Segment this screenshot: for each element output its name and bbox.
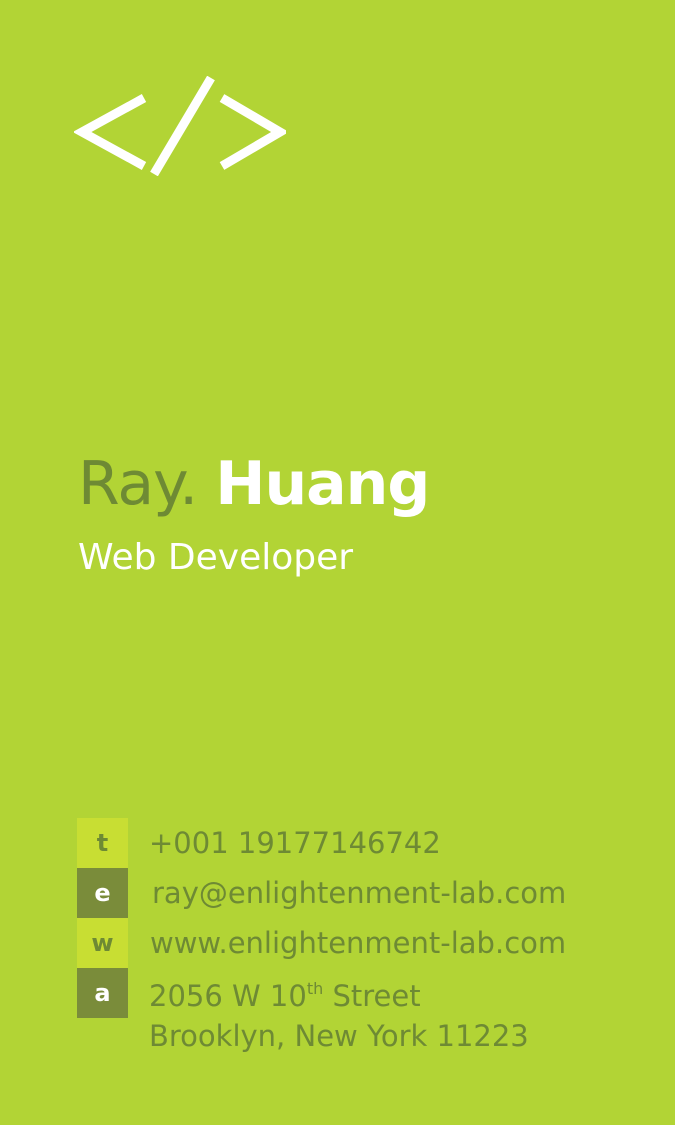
- website-url[interactable]: www.enlightenment-lab.com: [150, 918, 566, 968]
- code-brackets-icon: [74, 76, 286, 176]
- last-name: Huang: [215, 449, 430, 519]
- phone-number[interactable]: +001 19177146742: [149, 818, 441, 868]
- address-line-1: 2056 W 10th Street: [149, 976, 529, 1016]
- person-name: Ray. Huang: [78, 448, 430, 520]
- address-badge: a: [77, 968, 128, 1018]
- website-badge: w: [77, 918, 128, 968]
- address-line-2: Brooklyn, New York 11223: [149, 1019, 529, 1053]
- address-street-name: Street: [323, 979, 421, 1013]
- phone-badge: t: [77, 818, 128, 868]
- address-ordinal-suffix: th: [306, 979, 324, 998]
- email-badge: e: [77, 868, 128, 918]
- street-address: 2056 W 10th Street Brooklyn, New York 11…: [149, 976, 529, 1056]
- email-address[interactable]: ray@enlightenment-lab.com: [152, 868, 566, 918]
- first-name: Ray.: [78, 449, 198, 519]
- job-title: Web Developer: [78, 537, 354, 578]
- address-street-number: 2056 W 10: [149, 979, 307, 1013]
